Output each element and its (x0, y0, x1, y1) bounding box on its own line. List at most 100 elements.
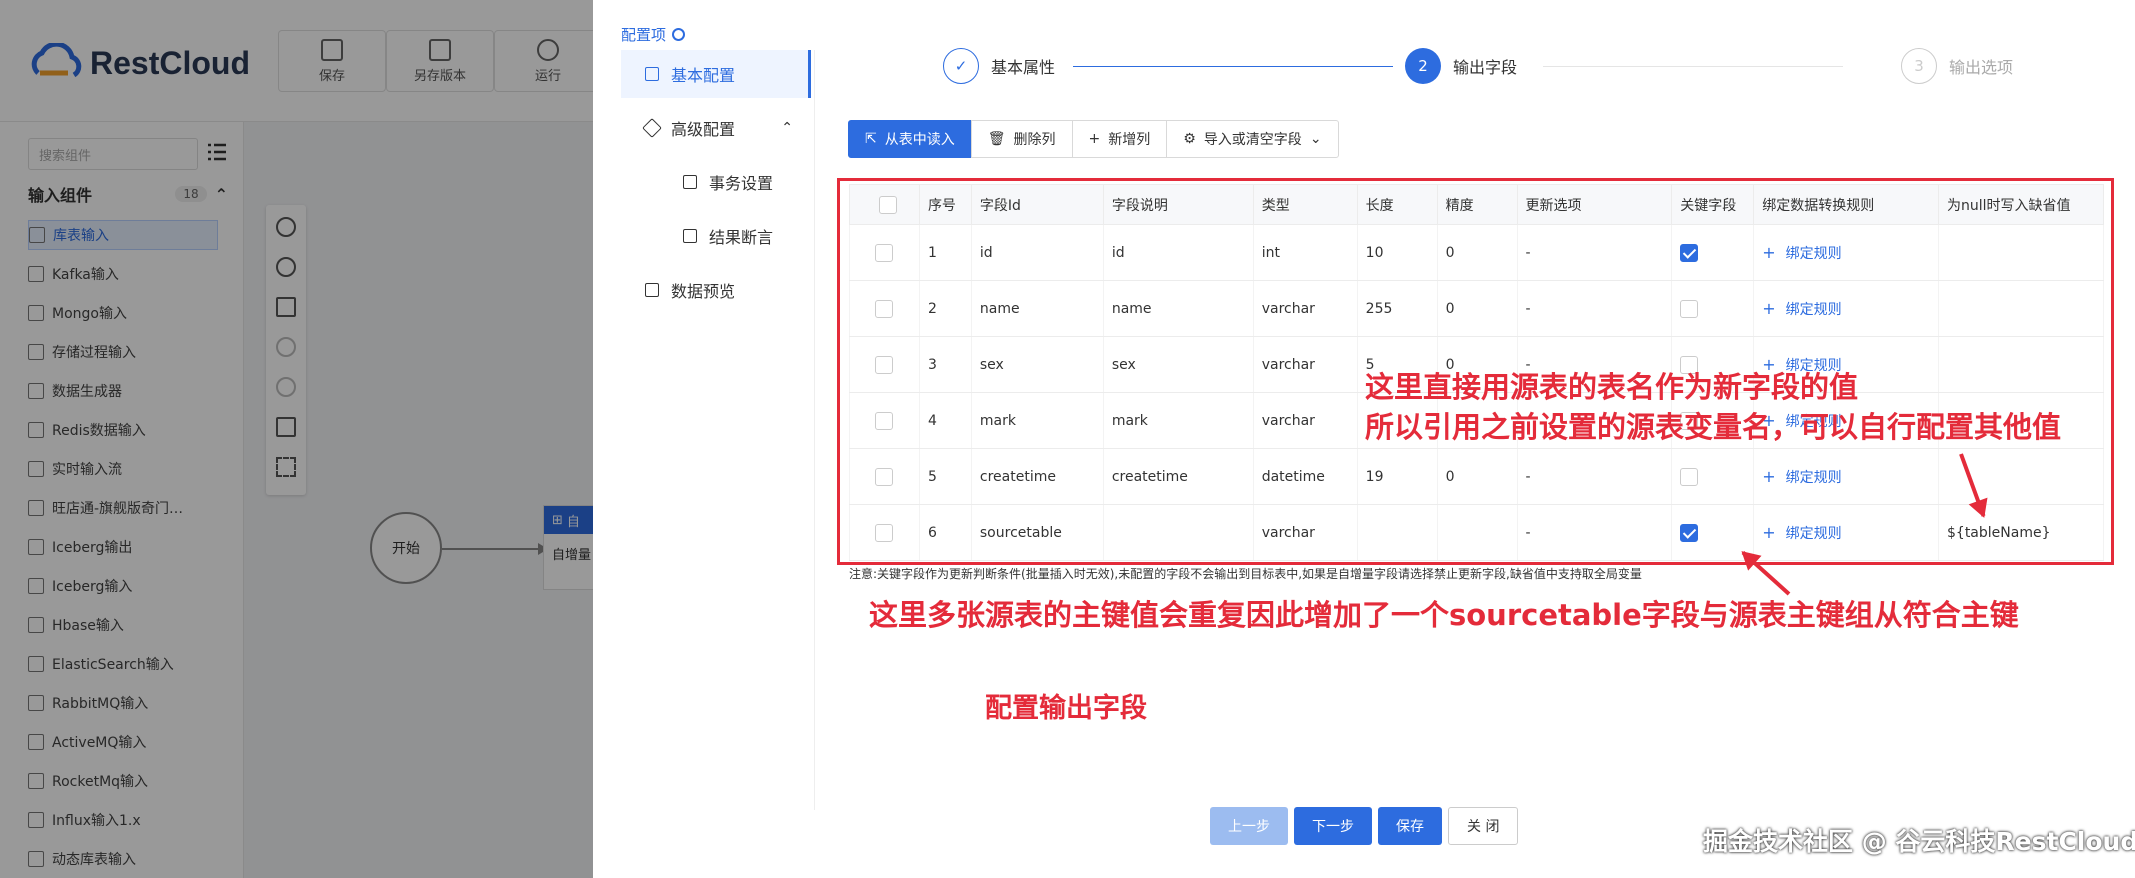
table-note: 注意:关键字段作为更新判断条件(批量插入时无效),未配置的字段不会输出到目标表中… (849, 567, 1642, 581)
row-checkbox[interactable] (875, 299, 894, 318)
row-checkbox[interactable] (875, 355, 894, 374)
cell-bind-rule: + 绑定规则 (1753, 448, 1939, 505)
cell-default-value[interactable]: ${tableName} (1938, 504, 2104, 561)
key-field-checkbox[interactable] (1680, 523, 1699, 542)
cell-field-desc[interactable] (1102, 504, 1254, 561)
plus-icon: + (1762, 298, 1776, 318)
key-field-checkbox[interactable] (1680, 467, 1699, 486)
nav-transaction-settings[interactable]: 事务设置 (621, 158, 811, 206)
prev-step-button[interactable]: 上一步 (1210, 807, 1288, 845)
row-checkbox[interactable] (875, 411, 894, 430)
dialog-footer: 上一步 下一步 保存 关 闭 (1210, 807, 1519, 845)
row-checkbox[interactable] (875, 467, 894, 486)
cell-update-option[interactable]: - (1516, 448, 1673, 505)
key-field-checkbox[interactable] (1680, 299, 1699, 318)
select-all-checkbox[interactable] (879, 195, 898, 214)
cell-update-option[interactable]: - (1516, 224, 1673, 281)
gear-icon: ⚙ (1183, 131, 1196, 147)
next-step-button[interactable]: 下一步 (1294, 807, 1372, 845)
nav-advanced-config[interactable]: 高级配置 ⌃ (621, 104, 811, 152)
screen: RestCloud 保存 另存版本 运行 搜索组件 输入组件 18 ⌃ 库表输入… (0, 0, 2135, 878)
cell-field-desc[interactable]: sex (1102, 336, 1254, 393)
bind-rule-link[interactable]: + 绑定规则 (1762, 298, 1842, 318)
read-from-table-button[interactable]: ⇱ 从表中读入 (848, 120, 972, 158)
cell-type[interactable]: datetime (1252, 448, 1358, 505)
button-label: 删除列 (1013, 132, 1056, 148)
cell-type[interactable]: varchar (1252, 392, 1358, 449)
bind-rule-link[interactable]: + 绑定规则 (1762, 523, 1841, 542)
cell-length[interactable]: 255 (1356, 280, 1438, 337)
nav-divider (814, 50, 815, 810)
cell-key-field (1671, 448, 1755, 505)
step-output-options[interactable]: 3 输出选项 (1901, 48, 2013, 84)
cell-field-desc[interactable]: mark (1102, 392, 1254, 449)
add-column-button[interactable]: + 新增列 (1071, 120, 1168, 158)
button-label: 从表中读入 (884, 132, 955, 148)
column-header: 类型 (1252, 184, 1358, 225)
preview-icon (645, 283, 659, 297)
cell-field-id[interactable]: createtime (970, 448, 1104, 505)
step-number: 2 (1405, 48, 1441, 84)
table-row: 6 sourcetable varchar - + 绑定规则 ${tableName} (849, 504, 2104, 561)
close-button[interactable]: 关 闭 (1448, 807, 1519, 845)
bind-rule-label: 绑定规则 (1785, 245, 1842, 262)
cell-type[interactable]: varchar (1252, 336, 1358, 393)
row-checkbox[interactable] (875, 243, 894, 262)
cell-length[interactable] (1356, 504, 1438, 561)
bind-rule-link[interactable]: + 绑定规则 (1762, 243, 1842, 262)
row-select-cell (849, 224, 920, 281)
trash-icon: 🗑 (987, 131, 1006, 147)
cell-default-value[interactable] (1938, 224, 2104, 281)
cell-precision[interactable]: 0 (1436, 448, 1518, 505)
nav-label: 事务设置 (709, 174, 774, 193)
row-checkbox[interactable] (875, 523, 894, 542)
column-header: 字段说明 (1102, 184, 1254, 225)
cell-type[interactable]: varchar (1252, 504, 1358, 561)
cell-precision[interactable] (1436, 504, 1518, 561)
import-clear-dropdown[interactable]: ⚙ 导入或清空字段 ⌄ (1166, 120, 1339, 158)
cell-length[interactable]: 19 (1356, 448, 1438, 505)
cell-update-option[interactable]: - (1516, 280, 1673, 337)
column-header: 长度 (1356, 184, 1438, 225)
step-label: 输出字段 (1453, 58, 1518, 77)
modal-overlay[interactable] (0, 0, 593, 878)
nav-label: 高级配置 (671, 120, 736, 139)
cell-length[interactable]: 10 (1356, 224, 1438, 281)
column-header: 精度 (1436, 184, 1518, 225)
step-line (1543, 66, 1843, 67)
cell-field-id[interactable]: sourcetable (970, 504, 1104, 561)
cell-default-value[interactable] (1938, 336, 2104, 393)
cell-type[interactable]: varchar (1252, 280, 1358, 337)
save-button[interactable]: 保存 (1378, 807, 1442, 845)
cell-field-id[interactable]: sex (970, 336, 1104, 393)
nav-data-preview[interactable]: 数据预览 (621, 266, 811, 314)
cell-update-option[interactable]: - (1516, 504, 1673, 561)
cell-field-desc[interactable]: id (1102, 224, 1254, 281)
step-number: 3 (1901, 48, 1937, 84)
cell-field-id[interactable]: mark (970, 392, 1104, 449)
cell-type[interactable]: int (1252, 224, 1358, 281)
button-label: 新增列 (1108, 132, 1151, 148)
cell-field-desc[interactable]: createtime (1102, 448, 1254, 505)
cell-field-desc[interactable]: name (1102, 280, 1254, 337)
key-field-checkbox[interactable] (1680, 243, 1699, 262)
annotation-output-fields: 配置输出字段 (985, 693, 1147, 724)
step-output-fields[interactable]: 2 输出字段 (1405, 48, 1517, 84)
cell-precision[interactable]: 0 (1436, 224, 1518, 281)
nav-basic-config[interactable]: 基本配置 (621, 50, 811, 98)
column-header: 关键字段 (1671, 184, 1755, 225)
step-basic-props[interactable]: ✓ 基本属性 (943, 48, 1055, 84)
cell-field-id[interactable]: name (970, 280, 1104, 337)
delete-column-button[interactable]: 🗑 删除列 (970, 120, 1073, 158)
bind-rule-link[interactable]: + 绑定规则 (1762, 467, 1841, 486)
check-icon: ✓ (943, 48, 979, 84)
annotation-table-name: 这里直接用源表的表名作为新字段的值 (1365, 370, 1859, 404)
bind-rule-label: 绑定规则 (1785, 301, 1842, 318)
grid-icon (683, 175, 697, 189)
cell-field-id[interactable]: id (970, 224, 1104, 281)
chevron-down-icon: ⌄ (1309, 131, 1322, 147)
cell-precision[interactable]: 0 (1436, 280, 1518, 337)
select-all-header[interactable] (849, 184, 920, 225)
nav-result-assertion[interactable]: 结果断言 (621, 212, 811, 260)
cell-default-value[interactable] (1938, 280, 2104, 337)
